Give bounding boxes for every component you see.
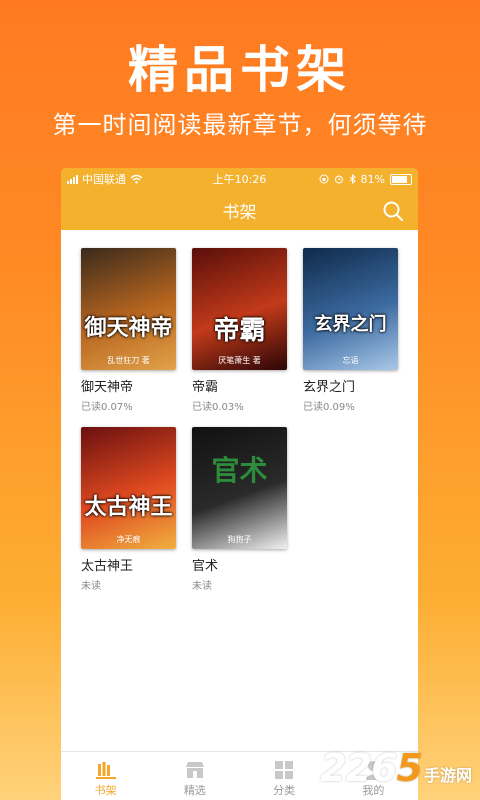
status-right: 81% (319, 173, 412, 186)
watermark-logo: 2265 (320, 746, 423, 790)
hero-title: 精品书架 (128, 41, 352, 99)
bookshelf-icon (95, 762, 116, 779)
page-title: 书架 (222, 202, 257, 223)
search-icon[interactable] (382, 200, 404, 222)
battery-icon (390, 173, 412, 185)
tab-label: 书架 (94, 784, 117, 797)
hero-subtitle: 第一时间阅读最新章节，何须等待 (52, 111, 428, 139)
wifi-icon (130, 174, 143, 184)
book-card[interactable]: 玄界之门 忘语 玄界之门 已读0.09% (303, 248, 398, 413)
signal-icon (67, 174, 78, 184)
book-progress: 未读 (81, 581, 101, 592)
watermark-site: 手游网 (423, 766, 472, 785)
book-card[interactable]: 御天神帝 乱世狂刀 著御天神帝 已读0.07% (81, 248, 176, 413)
battery-percent: 81% (360, 172, 385, 186)
cover-title: 御天神帝 (84, 316, 173, 341)
book-progress: 已读0.03% (192, 402, 244, 413)
site-watermark: 2265 手游网 (320, 746, 472, 790)
cover-title: 帝霸 (213, 316, 266, 346)
book-title[interactable]: 官术 (192, 555, 287, 574)
tab-category[interactable]: 分类 (240, 752, 329, 800)
cover-author: 忘语 (342, 356, 359, 365)
book-progress: 已读0.09% (303, 402, 355, 413)
bookshelf-grid: 御天神帝 乱世狂刀 著御天神帝 已读0.07% 帝霸 厌笔萧生 著帝霸 已读0.03% 玄界… (61, 230, 418, 592)
cover-author: 乱世狂刀 著 (107, 356, 150, 365)
book-card[interactable]: 太古神王 净无痕 太古神王 未读 (81, 427, 176, 592)
book-cover[interactable]: 帝霸 厌笔萧生 著 (192, 248, 287, 370)
nav-bar: 书架 (61, 190, 418, 230)
status-bar: 中国联通 上午10:26 81% (61, 168, 418, 190)
tab-bookshelf[interactable]: 书架 (61, 752, 150, 800)
store-icon (185, 762, 204, 778)
book-card[interactable]: 帝霸 厌笔萧生 著帝霸 已读0.03% (192, 248, 287, 413)
book-title[interactable]: 玄界之门 (303, 376, 398, 395)
carrier-label: 中国联通 (82, 173, 126, 186)
book-title[interactable]: 御天神帝 (81, 376, 176, 395)
alarm-icon (334, 175, 343, 184)
book-progress: 未读 (192, 581, 212, 592)
book-card[interactable]: 官术 狗狍子 官术 未读 (192, 427, 287, 592)
book-title[interactable]: 帝霸 (192, 376, 287, 395)
cover-author: 净无痕 (116, 535, 141, 544)
bluetooth-icon (349, 174, 356, 184)
cover-author: 狗狍子 (227, 535, 252, 544)
cover-title: 太古神王 (84, 495, 173, 520)
tab-featured[interactable]: 精选 (150, 752, 239, 800)
book-progress: 已读0.07% (81, 402, 133, 413)
phone-screen: 中国联通 上午10:26 81% 书架 御天神帝 乱世狂刀 著 御天神帝 已读0… (61, 168, 418, 800)
cover-title: 官术 (211, 454, 268, 487)
cover-title: 玄界之门 (314, 314, 387, 335)
book-cover[interactable]: 玄界之门 忘语 (303, 248, 398, 370)
tab-label: 分类 (273, 784, 296, 797)
book-title[interactable]: 太古神王 (81, 555, 176, 574)
book-cover[interactable]: 官术 狗狍子 (192, 427, 287, 549)
tab-label: 精选 (183, 784, 206, 797)
book-cover[interactable]: 御天神帝乱世狂刀 著 (81, 248, 176, 370)
rotation-lock-icon (319, 174, 329, 184)
cover-author: 厌笔萧生 著 (218, 356, 261, 365)
grid-icon (275, 761, 294, 779)
book-cover[interactable]: 太古神王 净无痕 (81, 427, 176, 549)
status-left: 中国联通 (67, 171, 143, 187)
